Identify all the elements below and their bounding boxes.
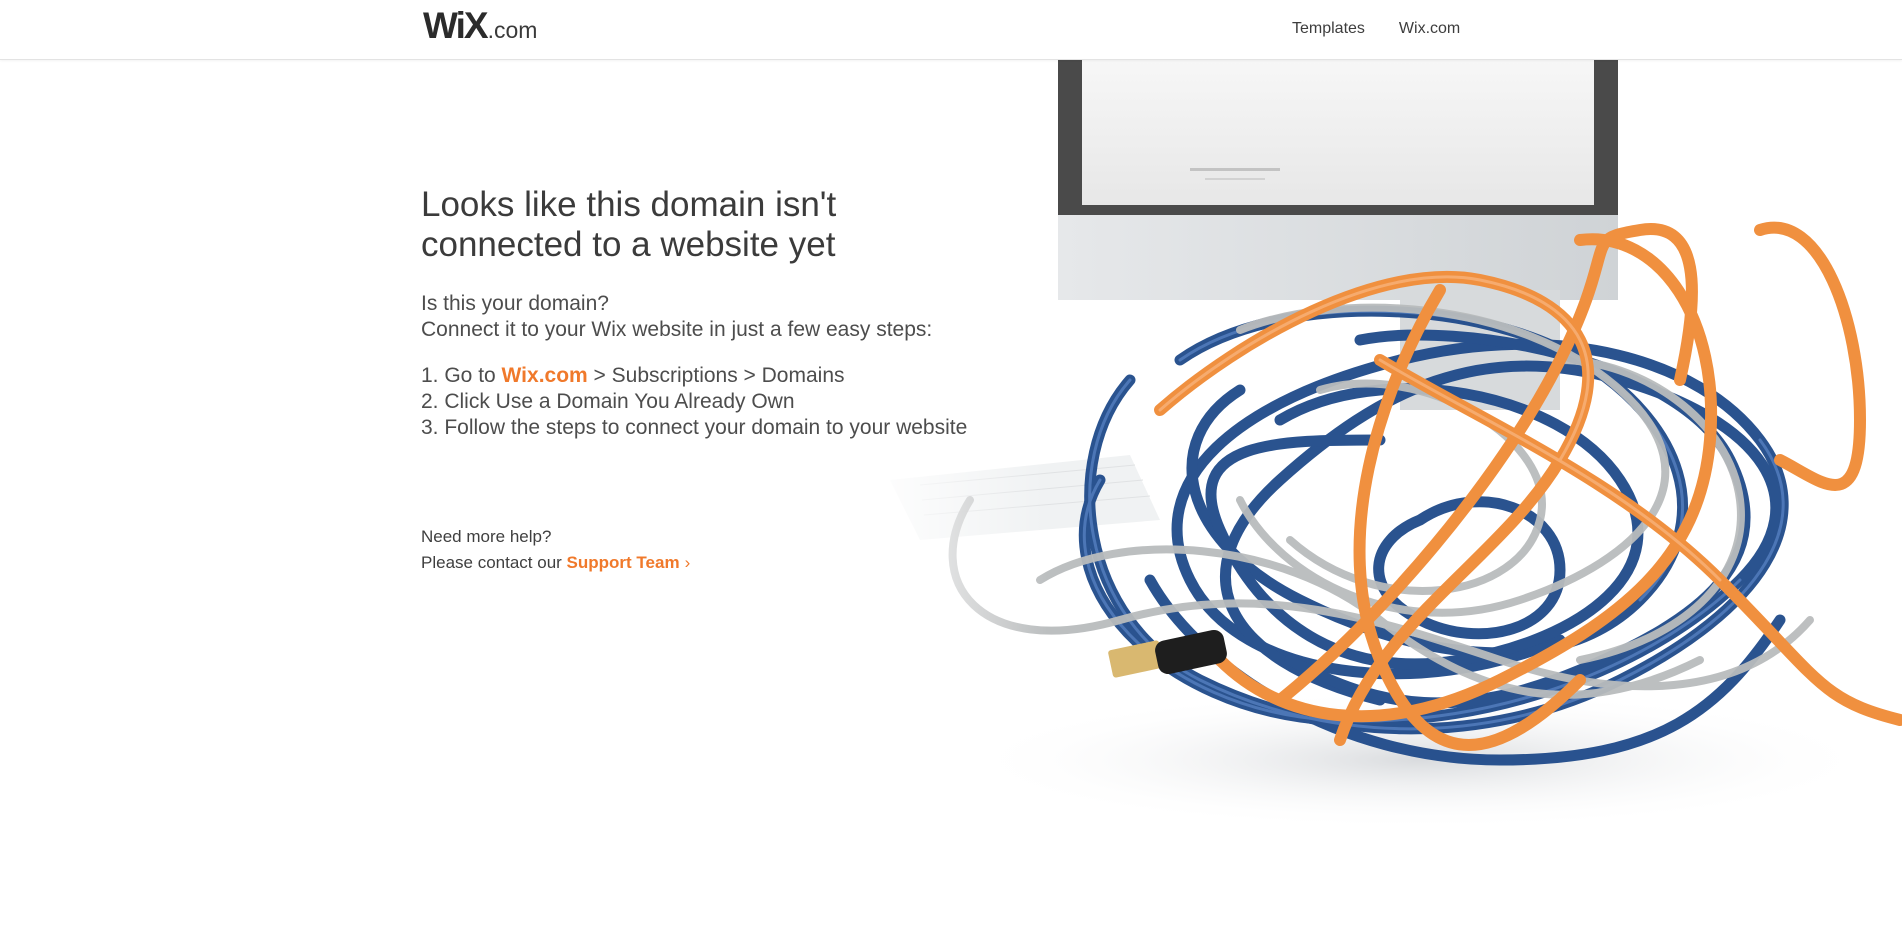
step-1-prefix: 1. Go to (421, 364, 502, 387)
step-2: 2. Click Use a Domain You Already Own (421, 390, 795, 413)
support-team-link[interactable]: Support Team › (567, 553, 691, 572)
lead-question: Is this your domain? (421, 292, 609, 315)
help-contact: Please contact our Support Team › (421, 550, 1021, 576)
step-3: 3. Follow the steps to connect your doma… (421, 416, 968, 439)
help-question: Need more help? (421, 527, 552, 546)
top-navigation-bar: WiX .com Templates Wix.com (0, 0, 1902, 60)
support-team-label: Support Team (566, 553, 680, 572)
logo-suffix: .com (487, 17, 538, 43)
wix-com-link[interactable]: Wix.com (502, 364, 588, 387)
logo-mark: WiX (423, 5, 489, 46)
lead-instruction: Connect it to your Wix website in just a… (421, 318, 933, 341)
help-contact-prefix: Please contact our (421, 553, 567, 572)
header-nav: Templates Wix.com (1292, 20, 1460, 38)
wix-logo[interactable]: WiX .com (423, 5, 538, 46)
title-line-2: connected to a website yet (421, 225, 836, 264)
help-section: Need more help? Please contact our Suppo… (421, 524, 1021, 576)
step-1: 1. Go to Wix.com > Subscriptions > Domai… (421, 363, 1021, 389)
chevron-right-icon: › (684, 553, 691, 572)
title-line-1: Looks like this domain isn't (421, 185, 837, 224)
lead-text: Is this your domain? Connect it to your … (421, 291, 1021, 343)
steps-list: 1. Go to Wix.com > Subscriptions > Domai… (421, 363, 1021, 441)
page-title: Looks like this domain isn't connected t… (421, 185, 1021, 265)
nav-link-wix-com[interactable]: Wix.com (1399, 20, 1460, 38)
step-1-suffix: > Subscriptions > Domains (587, 364, 845, 387)
nav-link-templates[interactable]: Templates (1292, 20, 1365, 38)
main-content: Looks like this domain isn't connected t… (421, 185, 1021, 576)
